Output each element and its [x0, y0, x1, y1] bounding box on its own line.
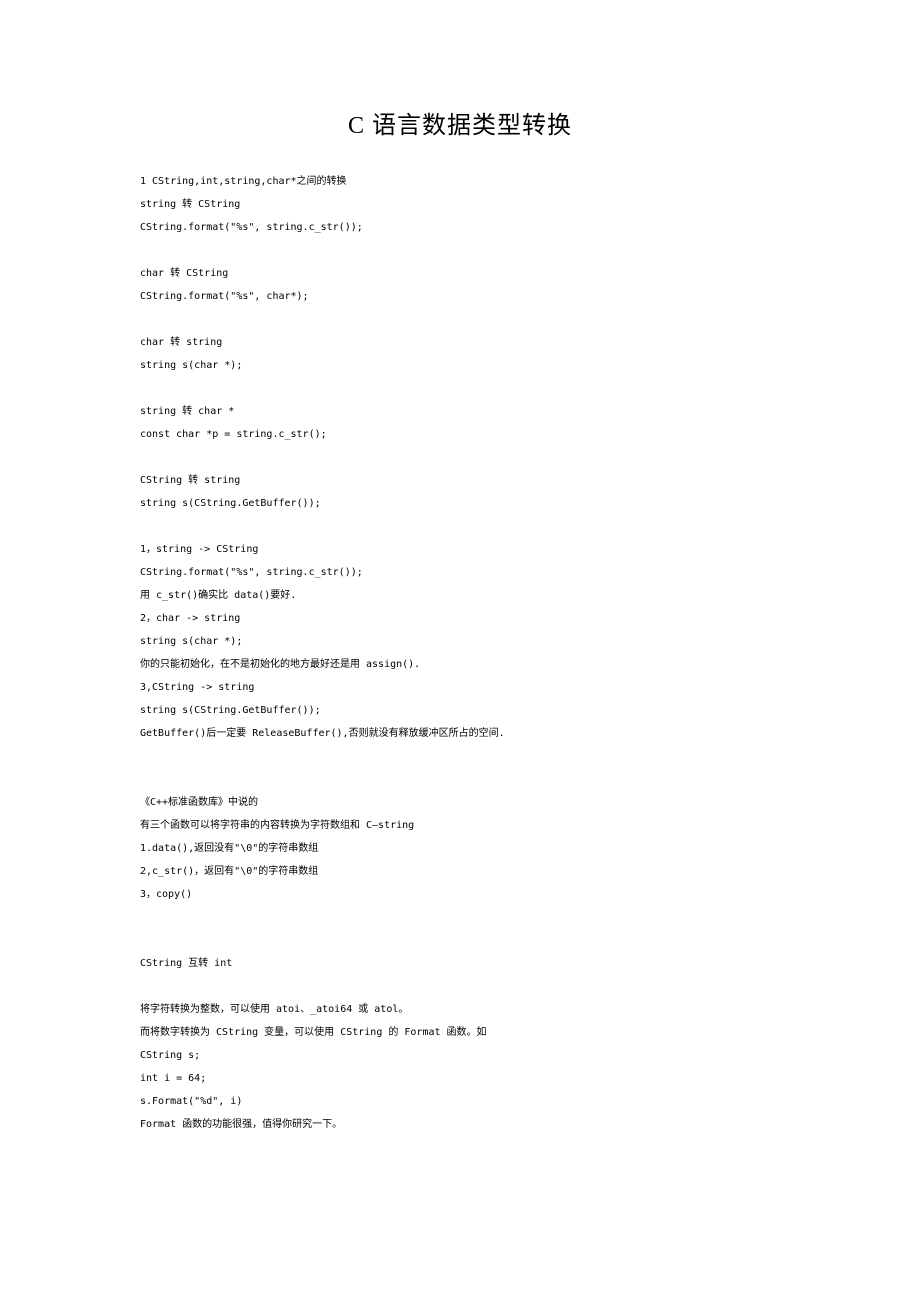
text-line: 3,CString -> string [140, 676, 780, 699]
text-line: string s(CString.GetBuffer()); [140, 699, 780, 722]
text-line: GetBuffer()后一定要 ReleaseBuffer(),否则就没有释放缓… [140, 722, 780, 745]
text-line: string 转 CString [140, 193, 780, 216]
text-line: string s(char *); [140, 630, 780, 653]
text-line: CString 转 string [140, 469, 780, 492]
document-body: 1 CString,int,string,char*之间的转换string 转 … [140, 170, 780, 1136]
text-line: int i = 64; [140, 1067, 780, 1090]
blank-line [140, 768, 780, 791]
text-line: CString.format("%s", string.c_str()); [140, 561, 780, 584]
text-line: 《C++标准函数库》中说的 [140, 791, 780, 814]
text-line: string s(char *); [140, 354, 780, 377]
text-line: 3，copy() [140, 883, 780, 906]
text-line: char 转 CString [140, 262, 780, 285]
text-line: Format 函数的功能很强，值得你研究一下。 [140, 1113, 780, 1136]
text-line: 将字符转换为整数，可以使用 atoi、_atoi64 或 atol。 [140, 998, 780, 1021]
text-line: 1，string -> CString [140, 538, 780, 561]
text-line: 你的只能初始化，在不是初始化的地方最好还是用 assign(). [140, 653, 780, 676]
text-line: char 转 string [140, 331, 780, 354]
text-line: string s(CString.GetBuffer()); [140, 492, 780, 515]
document-title: C 语言数据类型转换 [140, 105, 780, 140]
text-line: 1.data(),返回没有"\0"的字符串数组 [140, 837, 780, 860]
blank-line [140, 308, 780, 331]
text-line: 而将数字转换为 CString 变量，可以使用 CString 的 Format… [140, 1021, 780, 1044]
text-line: CString.format("%s", char*); [140, 285, 780, 308]
text-line: CString 互转 int [140, 952, 780, 975]
blank-line [140, 929, 780, 952]
blank-line [140, 446, 780, 469]
text-line: 用 c_str()确实比 data()要好. [140, 584, 780, 607]
text-line: 2，char -> string [140, 607, 780, 630]
text-line: const char *p = string.c_str(); [140, 423, 780, 446]
text-line: CString s; [140, 1044, 780, 1067]
blank-line [140, 377, 780, 400]
text-line: 2,c_str()，返回有"\0"的字符串数组 [140, 860, 780, 883]
text-line: 有三个函数可以将字符串的内容转换为字符数组和 C—string [140, 814, 780, 837]
text-line: 1 CString,int,string,char*之间的转换 [140, 170, 780, 193]
text-line: CString.format("%s", string.c_str()); [140, 216, 780, 239]
blank-line [140, 906, 780, 929]
blank-line [140, 745, 780, 768]
text-line: s.Format("%d", i) [140, 1090, 780, 1113]
blank-line [140, 515, 780, 538]
text-line: string 转 char * [140, 400, 780, 423]
blank-line [140, 239, 780, 262]
blank-line [140, 975, 780, 998]
